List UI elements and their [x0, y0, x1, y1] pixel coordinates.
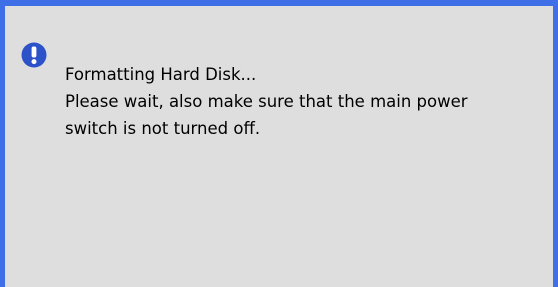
message-title: Formatting Hard Disk... — [65, 65, 257, 84]
format-progress-dialog: Formatting Hard Disk... Please wait, als… — [0, 0, 558, 287]
message-line: Please wait, also make sure that the mai… — [65, 92, 468, 111]
message-line: switch is not turned off. — [65, 119, 261, 138]
exclamation-icon — [21, 42, 47, 68]
dialog-message: Formatting Hard Disk... Please wait, als… — [65, 61, 558, 142]
